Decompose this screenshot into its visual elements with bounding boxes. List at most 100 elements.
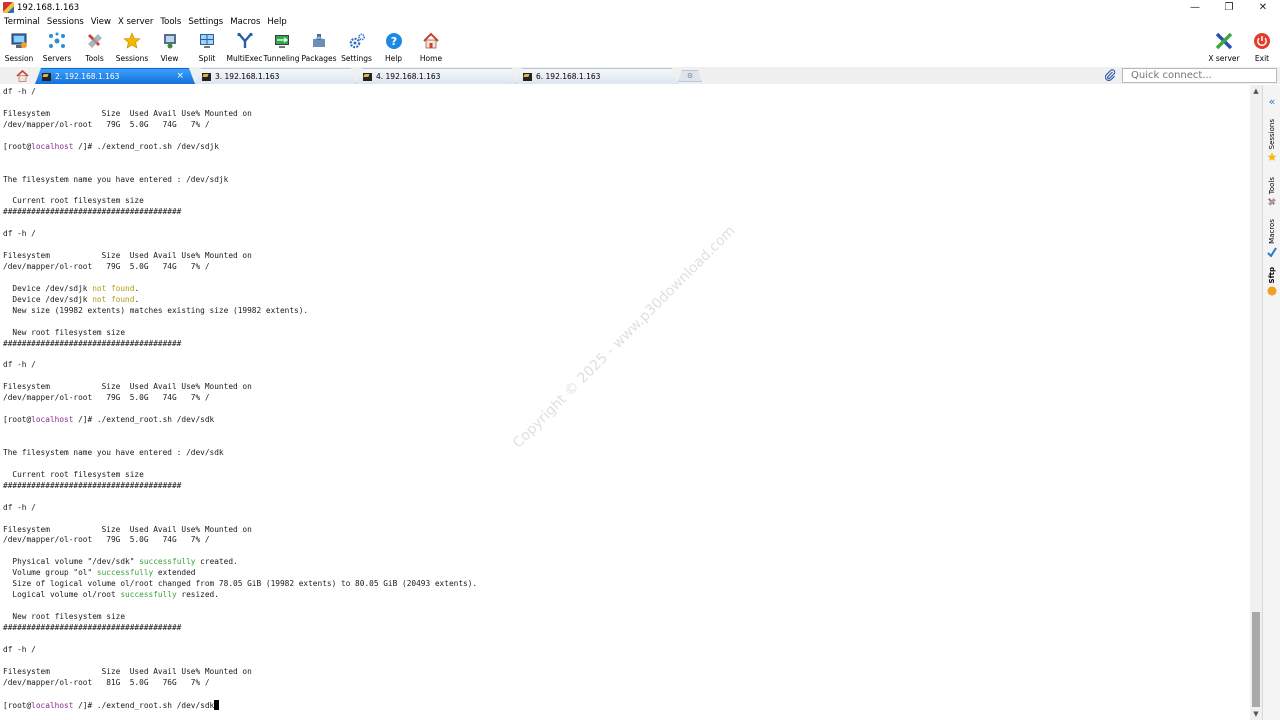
terminal-line: [root@localhost /]# ./extend_root.sh /de… [3, 699, 477, 711]
terminal-text: localhost [31, 141, 74, 151]
terminal-tab-icon [523, 73, 532, 81]
title-bar: 192.168.1.163 — ❐ ✕ [0, 0, 1280, 15]
tab-session-3[interactable]: 3. 192.168.1.163 [195, 68, 357, 84]
multiexec-icon [235, 31, 255, 51]
sidebar-tab-tools[interactable]: Tools [1265, 177, 1279, 207]
terminal-output[interactable]: df -h / Filesystem Size Used Avail Use% M… [0, 85, 1250, 720]
power-icon [1252, 31, 1272, 51]
multiexec-button[interactable]: MultiExec [226, 29, 263, 66]
tools-button[interactable]: Tools [76, 29, 113, 66]
collapse-panel-icon[interactable]: « [1266, 95, 1278, 108]
sessions-button[interactable]: Sessions [113, 29, 151, 66]
packages-button[interactable]: Packages [300, 29, 338, 66]
terminal-text: localhost [31, 700, 74, 710]
menu-tools[interactable]: Tools [160, 17, 181, 27]
terminal-text: Current root filesystem size [3, 469, 144, 479]
window-controls: — ❐ ✕ [1178, 0, 1280, 15]
terminal-line: /dev/mapper/ol-root 79G 5.0G 74G 7% / [3, 120, 477, 131]
help-button[interactable]: ? Help [375, 29, 412, 66]
terminal-line: ###################################### [3, 623, 477, 634]
scrollbar-thumb[interactable] [1252, 612, 1260, 707]
new-tab-button[interactable]: ⚙ [678, 70, 702, 82]
star-icon [1267, 152, 1277, 162]
tab-session-6[interactable]: 6. 192.168.1.163 [516, 68, 678, 84]
tab-session-4[interactable]: 4. 192.168.1.163 [356, 68, 518, 84]
tab-session-2[interactable]: 2. 192.168.1.163 × [35, 68, 195, 84]
tab-bar: 2. 192.168.1.163 × 3. 192.168.1.163 4. 1… [0, 67, 1280, 84]
terminal-text: ###################################### [3, 338, 182, 348]
session-button[interactable]: Session [0, 29, 38, 66]
split-button[interactable]: Split [188, 29, 226, 66]
menu-sessions[interactable]: Sessions [47, 17, 84, 27]
session-icon [9, 31, 29, 51]
view-button[interactable]: View [151, 29, 188, 66]
terminal-line: Logical volume ol/root successfully resi… [3, 590, 477, 601]
terminal-line: df -h / [3, 360, 477, 371]
terminal-line: Physical volume "/dev/sdk" successfully … [3, 557, 477, 568]
menu-help[interactable]: Help [267, 17, 286, 27]
close-tab-icon[interactable]: × [176, 71, 184, 81]
menu-macros[interactable]: Macros [230, 17, 260, 27]
terminal-line: New root filesystem size [3, 328, 477, 339]
quick-connect-input[interactable] [1122, 67, 1277, 83]
scroll-up-icon[interactable]: ▲ [1250, 85, 1262, 97]
paperclip-icon[interactable] [1103, 68, 1117, 82]
terminal-text: [root@ [3, 415, 32, 425]
terminal-text: Filesystem Size Used Avail Use% Mounted … [3, 666, 252, 676]
terminal-text: /]# ./extend_root.sh /dev/sdjk [73, 141, 219, 151]
right-toolbar: X server Exit [1204, 29, 1280, 66]
scroll-down-icon[interactable]: ▼ [1250, 708, 1262, 720]
terminal-text: not found [92, 294, 135, 304]
home-button[interactable]: Home [412, 29, 450, 66]
menu-view[interactable]: View [91, 17, 111, 27]
terminal-line: ###################################### [3, 481, 477, 492]
terminal-line: ###################################### [3, 207, 477, 218]
xserver-button[interactable]: X server [1204, 29, 1244, 66]
terminal-text: df [3, 644, 18, 654]
menu-settings[interactable]: Settings [188, 17, 223, 27]
sidebar-tab-sessions[interactable]: Sessions [1265, 119, 1279, 162]
menu-bar: Terminal Sessions View X server Tools Se… [0, 15, 1280, 29]
restore-button[interactable]: ❐ [1212, 0, 1246, 15]
home-tab[interactable] [9, 68, 35, 84]
sidebar-tab-sftp[interactable]: Sftp [1265, 267, 1279, 296]
terminal-text: ###################################### [3, 622, 182, 632]
tunneling-button[interactable]: Tunneling [263, 29, 300, 66]
terminal-text: resized. [176, 590, 219, 600]
terminal-line: Filesystem Size Used Avail Use% Mounted … [3, 251, 477, 262]
terminal-text: df [3, 87, 18, 96]
terminal-line: Current root filesystem size [3, 470, 477, 481]
menu-terminal[interactable]: Terminal [4, 17, 40, 27]
sidebar-tab-macros[interactable]: Macros [1265, 219, 1279, 257]
terminal-text: Volume group "ol" [3, 568, 97, 578]
terminal-text: Filesystem Size Used Avail Use% Mounted … [3, 108, 252, 118]
terminal-text: /dev/mapper/ol-root 81G 5.0G 76G 7% / [3, 677, 210, 687]
sftp-icon [1267, 286, 1277, 296]
terminal-text: ###################################### [3, 207, 182, 217]
terminal-line: ###################################### [3, 339, 477, 350]
terminal-line: Filesystem Size Used Avail Use% Mounted … [3, 667, 477, 678]
settings-button[interactable]: Settings [338, 29, 375, 66]
terminal-text: / [26, 87, 36, 96]
terminal-text: New root filesystem size [3, 612, 126, 621]
terminal-text: New size (19982 extents) matches existin… [3, 305, 309, 315]
terminal-scrollbar[interactable]: ▲ ▼ [1250, 85, 1262, 720]
home-icon [15, 70, 29, 82]
minimize-button[interactable]: — [1178, 0, 1212, 15]
servers-button[interactable]: Servers [38, 29, 76, 66]
exit-button[interactable]: Exit [1244, 29, 1280, 66]
mobaxterm-logo-icon [3, 2, 14, 13]
menu-xserver[interactable]: X server [118, 17, 153, 27]
close-button[interactable]: ✕ [1246, 0, 1280, 15]
